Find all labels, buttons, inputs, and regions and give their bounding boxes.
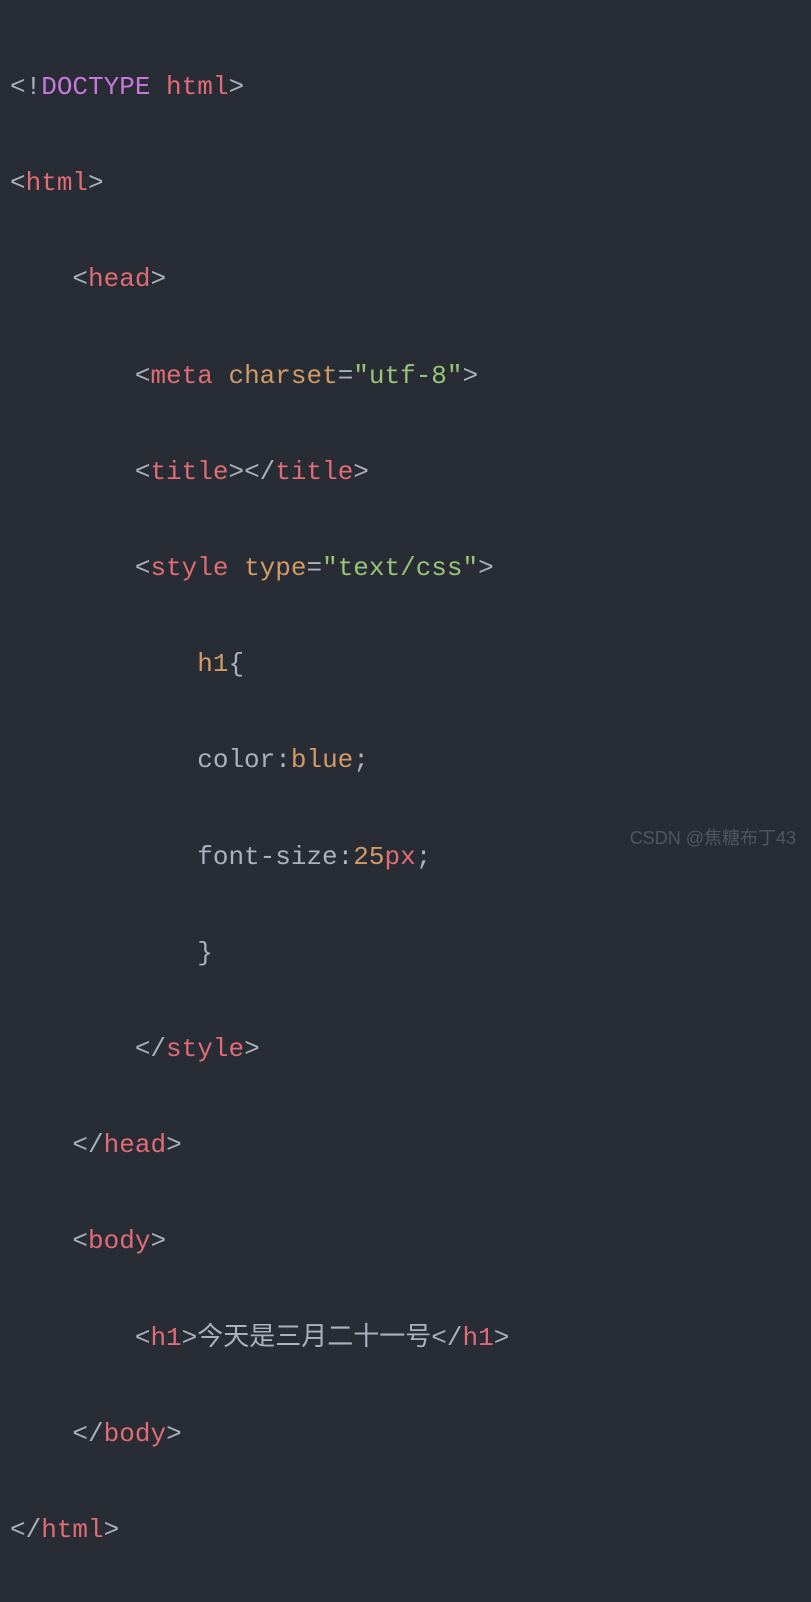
tag-name: body xyxy=(88,1226,150,1256)
tag-name: html xyxy=(26,168,88,198)
bracket: > xyxy=(166,1130,182,1160)
bracket: < xyxy=(135,553,151,583)
code-line: } xyxy=(10,929,801,977)
tag-name: head xyxy=(88,264,150,294)
semicolon: ; xyxy=(416,842,432,872)
watermark-text: CSDN @焦糖布丁43 xyxy=(630,822,796,855)
code-line: </html> xyxy=(10,1506,801,1554)
tag-name: h1 xyxy=(150,1323,181,1353)
bracket: < xyxy=(135,361,151,391)
code-line: <!DOCTYPE html> xyxy=(10,63,801,111)
css-selector: h1 xyxy=(197,649,228,679)
code-line: color:blue; xyxy=(10,736,801,784)
bracket: </ xyxy=(10,1515,41,1545)
bracket: </ xyxy=(72,1130,103,1160)
css-value: blue xyxy=(291,745,353,775)
brace: { xyxy=(228,649,244,679)
bracket: > xyxy=(228,72,244,102)
bracket: > xyxy=(228,457,244,487)
tag-name: h1 xyxy=(463,1323,494,1353)
bracket: > xyxy=(494,1323,510,1353)
bracket: </ xyxy=(244,457,275,487)
attr-value: "utf-8" xyxy=(353,361,462,391)
bracket: <! xyxy=(10,72,41,102)
attr-eq: = xyxy=(338,361,354,391)
doctype-html: html xyxy=(166,72,228,102)
bracket: </ xyxy=(135,1034,166,1064)
doctype-keyword: DOCTYPE xyxy=(41,72,150,102)
tag-name: style xyxy=(166,1034,244,1064)
bracket: > xyxy=(182,1323,198,1353)
css-property: font-size xyxy=(197,842,337,872)
code-line: <head> xyxy=(10,255,801,303)
bracket: > xyxy=(150,1226,166,1256)
bracket: < xyxy=(10,168,26,198)
tag-name: head xyxy=(104,1130,166,1160)
code-line: <h1>今天是三月二十一号</h1> xyxy=(10,1314,801,1362)
bracket: </ xyxy=(72,1419,103,1449)
bracket: < xyxy=(135,1323,151,1353)
semicolon: ; xyxy=(353,745,369,775)
brace: } xyxy=(197,938,213,968)
code-line: <meta charset="utf-8"> xyxy=(10,352,801,400)
tag-name: meta xyxy=(150,361,212,391)
bracket: > xyxy=(150,264,166,294)
bracket: > xyxy=(353,457,369,487)
attr-name: type xyxy=(244,553,306,583)
colon: : xyxy=(275,745,291,775)
bracket: > xyxy=(88,168,104,198)
css-value: 25 xyxy=(353,842,384,872)
code-line: <style type="text/css"> xyxy=(10,544,801,592)
code-editor[interactable]: <!DOCTYPE html> <html> <head> <meta char… xyxy=(10,15,801,1602)
bracket: < xyxy=(72,1226,88,1256)
code-line: h1{ xyxy=(10,640,801,688)
bracket: > xyxy=(244,1034,260,1064)
code-line: </style> xyxy=(10,1025,801,1073)
bracket: < xyxy=(135,457,151,487)
text-content: 今天是三月二十一号 xyxy=(197,1323,431,1353)
bracket: > xyxy=(478,553,494,583)
bracket: > xyxy=(463,361,479,391)
bracket: > xyxy=(104,1515,120,1545)
code-line: <title></title> xyxy=(10,448,801,496)
css-unit: px xyxy=(385,842,416,872)
code-line: <html> xyxy=(10,159,801,207)
css-property: color xyxy=(197,745,275,775)
bracket: </ xyxy=(431,1323,462,1353)
code-line: </body> xyxy=(10,1410,801,1458)
attr-eq: = xyxy=(306,553,322,583)
tag-name: style xyxy=(150,553,228,583)
bracket: > xyxy=(166,1419,182,1449)
colon: : xyxy=(338,842,354,872)
bracket: < xyxy=(72,264,88,294)
code-line: </head> xyxy=(10,1121,801,1169)
tag-name: title xyxy=(275,457,353,487)
code-line: <body> xyxy=(10,1217,801,1265)
attr-value: "text/css" xyxy=(322,553,478,583)
tag-name: body xyxy=(104,1419,166,1449)
tag-name: html xyxy=(41,1515,103,1545)
tag-name: title xyxy=(150,457,228,487)
attr-name: charset xyxy=(228,361,337,391)
